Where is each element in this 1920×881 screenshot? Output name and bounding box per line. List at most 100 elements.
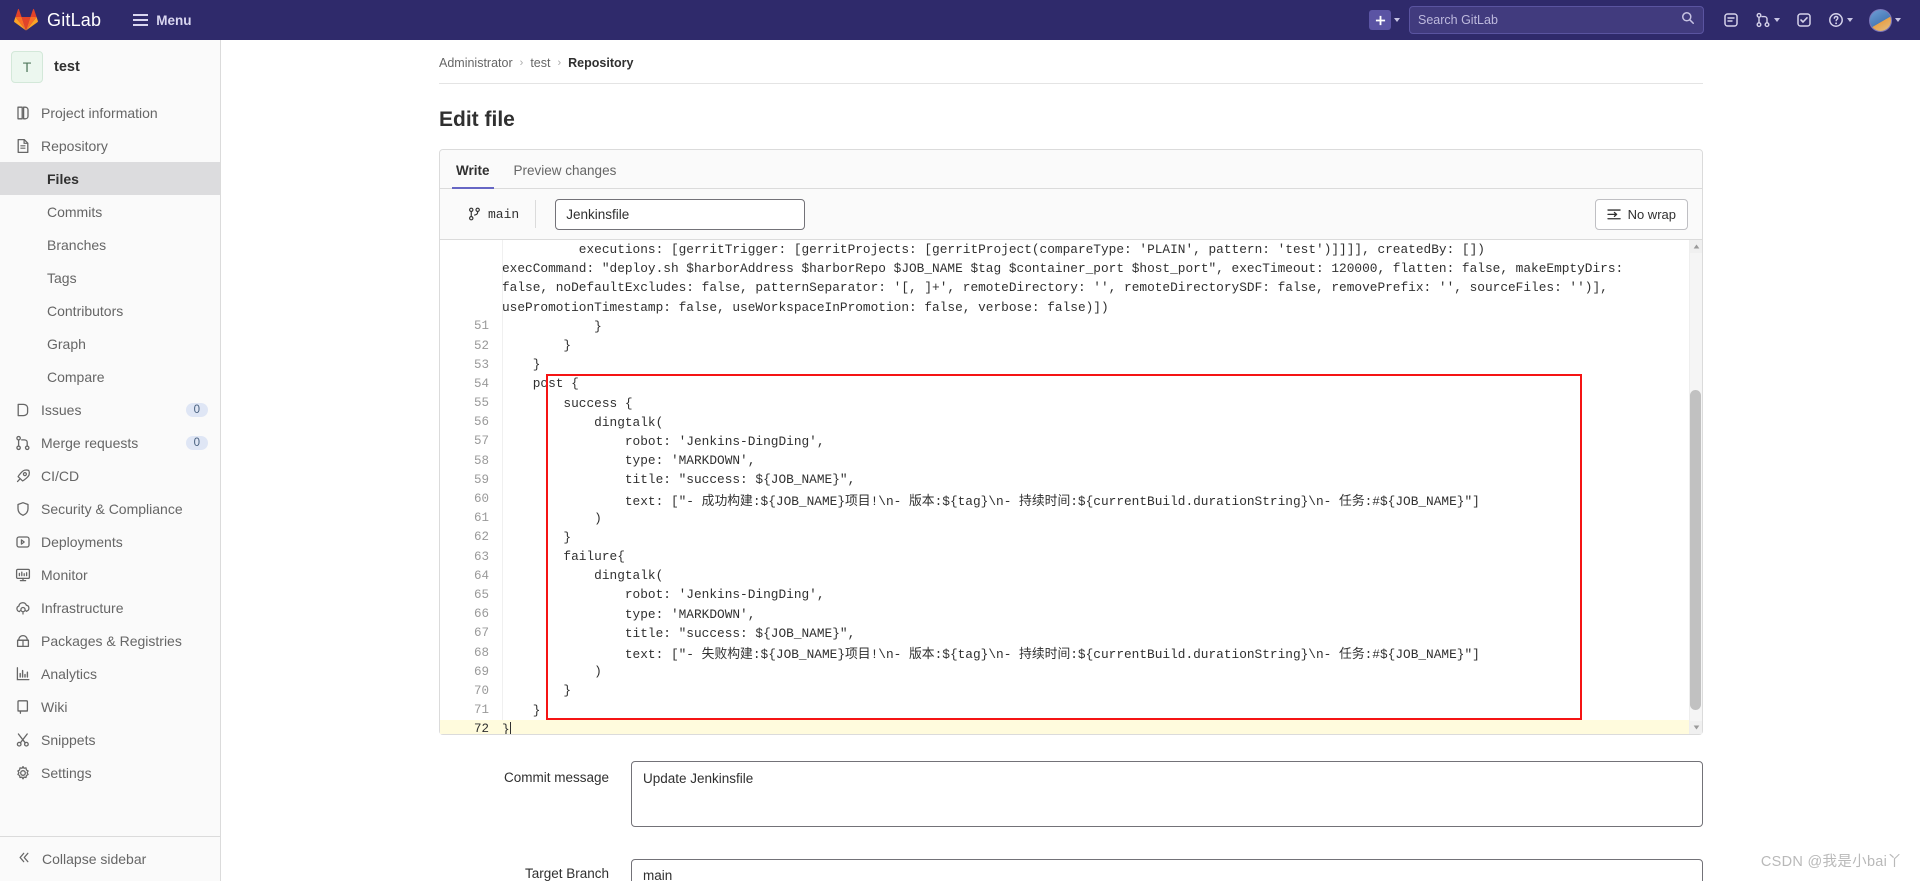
sidebar-item-label: Tags <box>47 269 77 286</box>
sidebar-item-packages-registries[interactable]: Packages & Registries <box>0 624 220 657</box>
sidebar-item-label: CI/CD <box>41 467 80 484</box>
issues-shortcut[interactable] <box>1716 6 1746 34</box>
code-line[interactable]: 65 robot: 'Jenkins-DingDing', <box>440 585 1702 604</box>
code-line-text: } <box>502 529 572 545</box>
user-menu[interactable] <box>1862 6 1908 34</box>
filename-input[interactable] <box>555 198 806 230</box>
code-line[interactable]: 60 text: ["- 成功构建:${JOB_NAME}项目!\n- 版本:$… <box>440 489 1702 509</box>
editor-vertical-scrollbar[interactable] <box>1689 240 1702 734</box>
code-line[interactable]: 70 } <box>440 681 1702 700</box>
sidebar-project-header[interactable]: T test <box>0 40 220 94</box>
package-icon <box>14 632 31 649</box>
tab-write[interactable]: Write <box>444 163 502 189</box>
sidebar-item-label: Analytics <box>41 665 98 682</box>
code-line[interactable]: 62 } <box>440 528 1702 547</box>
code-line[interactable]: 61 ) <box>440 509 1702 528</box>
code-line[interactable]: 55 success { <box>440 394 1702 413</box>
line-number: 58 <box>473 453 489 468</box>
sidebar-item-wiki[interactable]: Wiki <box>0 690 220 723</box>
code-line-text: title: "success: ${JOB_NAME}", <box>502 472 856 488</box>
sidebar-item-infrastructure[interactable]: Infrastructure <box>0 591 220 624</box>
sidebar-item-label: Snippets <box>41 731 96 748</box>
tab-preview-changes[interactable]: Preview changes <box>502 163 629 188</box>
help-menu[interactable] <box>1821 6 1860 34</box>
code-line[interactable]: executions: [gerritTrigger: [gerritProje… <box>440 240 1702 259</box>
merge-requests-shortcut[interactable] <box>1748 6 1787 34</box>
code-line-text: ) <box>502 510 602 526</box>
search-input[interactable]: Search GitLab <box>1409 6 1704 34</box>
code-line[interactable]: 51 } <box>440 317 1702 336</box>
scrollbar-thumb[interactable] <box>1690 390 1701 710</box>
code-line[interactable]: 58 type: 'MARKDOWN', <box>440 451 1702 470</box>
sidebar-item-settings[interactable]: Settings <box>0 756 220 789</box>
breadcrumb-separator: › <box>519 57 524 69</box>
code-line[interactable]: 52 } <box>440 336 1702 355</box>
code-line[interactable]: execCommand: "deploy.sh $harborAddress $… <box>440 259 1702 278</box>
chevron-down-icon <box>1895 18 1901 22</box>
sidebar-item-commits[interactable]: Commits <box>0 195 220 228</box>
code-line[interactable]: 72} <box>440 719 1702 734</box>
line-number: 51 <box>473 319 489 334</box>
sidebar-item-monitor[interactable]: Monitor <box>0 558 220 591</box>
deployments-icon <box>14 533 31 550</box>
code-line[interactable]: false, noDefaultExcludes: false, pattern… <box>440 278 1702 297</box>
sidebar-item-label: Security & Compliance <box>41 500 183 517</box>
sidebar-item-label: Issues <box>41 401 82 418</box>
sidebar-item-label: Merge requests <box>41 434 139 451</box>
todos-shortcut[interactable] <box>1789 6 1819 34</box>
issues-icon <box>14 401 31 418</box>
code-editor[interactable]: executions: [gerritTrigger: [gerritProje… <box>440 240 1702 734</box>
menu-button[interactable]: Menu <box>125 8 199 33</box>
sidebar-item-repository[interactable]: Repository <box>0 129 220 162</box>
no-wrap-toggle-button[interactable]: No wrap <box>1594 198 1688 230</box>
breadcrumb-item-repository[interactable]: Repository <box>568 56 633 70</box>
sidebar-item-snippets[interactable]: Snippets <box>0 723 220 756</box>
sidebar-item-project-information[interactable]: Project information <box>0 96 220 129</box>
code-line[interactable]: 68 text: ["- 失败构建:${JOB_NAME}项目!\n- 版本:$… <box>440 643 1702 663</box>
code-line[interactable]: 71 } <box>440 701 1702 720</box>
sidebar-item-ci-cd[interactable]: CI/CD <box>0 459 220 492</box>
sidebar-item-security-compliance[interactable]: Security & Compliance <box>0 492 220 525</box>
code-line[interactable]: 53 } <box>440 355 1702 374</box>
commit-message-textarea[interactable] <box>631 761 1703 827</box>
code-line[interactable]: 57 robot: 'Jenkins-DingDing', <box>440 432 1702 451</box>
code-line[interactable]: usePromotionTimestamp: false, useWorkspa… <box>440 298 1702 317</box>
gitlab-brand[interactable]: GitLab <box>0 8 101 32</box>
code-line[interactable]: 66 type: 'MARKDOWN', <box>440 605 1702 624</box>
breadcrumb-item-test[interactable]: test <box>530 56 550 70</box>
sidebar-item-label: Commits <box>47 203 103 220</box>
code-line-text: } <box>502 318 602 334</box>
code-line[interactable]: 67 title: "success: ${JOB_NAME}", <box>440 624 1702 643</box>
target-branch-input[interactable] <box>631 859 1703 881</box>
sidebar-item-label: Wiki <box>41 698 68 715</box>
sidebar-item-analytics[interactable]: Analytics <box>0 657 220 690</box>
monitor-icon <box>14 566 31 583</box>
code-line[interactable]: 69 ) <box>440 662 1702 681</box>
code-line-text: false, noDefaultExcludes: false, pattern… <box>502 280 1608 296</box>
line-number: 59 <box>473 472 489 487</box>
sidebar-item-contributors[interactable]: Contributors <box>0 294 220 327</box>
collapse-sidebar-button[interactable]: Collapse sidebar <box>0 837 220 881</box>
code-line[interactable]: 54 post { <box>440 374 1702 393</box>
rocket-icon <box>14 467 31 484</box>
code-line[interactable]: 56 dingtalk( <box>440 413 1702 432</box>
sidebar-item-tags[interactable]: Tags <box>0 261 220 294</box>
sidebar-item-label: Infrastructure <box>41 599 124 616</box>
scroll-down-arrow[interactable] <box>1690 721 1702 734</box>
scroll-up-arrow[interactable] <box>1690 240 1702 253</box>
gear-icon <box>14 764 31 781</box>
code-lines-container[interactable]: executions: [gerritTrigger: [gerritProje… <box>440 240 1702 734</box>
create-new-button[interactable] <box>1362 6 1407 34</box>
sidebar-item-files[interactable]: Files <box>0 162 220 195</box>
sidebar-item-deployments[interactable]: Deployments <box>0 525 220 558</box>
sidebar-item-graph[interactable]: Graph <box>0 327 220 360</box>
code-line[interactable]: 63 failure{ <box>440 547 1702 566</box>
sidebar-item-issues[interactable]: Issues 0 <box>0 393 220 426</box>
sidebar-item-merge-requests[interactable]: Merge requests 0 <box>0 426 220 459</box>
code-line[interactable]: 64 dingtalk( <box>440 566 1702 585</box>
sidebar-item-branches[interactable]: Branches <box>0 228 220 261</box>
code-line[interactable]: 59 title: "success: ${JOB_NAME}", <box>440 470 1702 489</box>
sidebar-item-compare[interactable]: Compare <box>0 360 220 393</box>
line-number: 67 <box>473 626 489 641</box>
breadcrumb-item-administrator[interactable]: Administrator <box>439 56 513 70</box>
